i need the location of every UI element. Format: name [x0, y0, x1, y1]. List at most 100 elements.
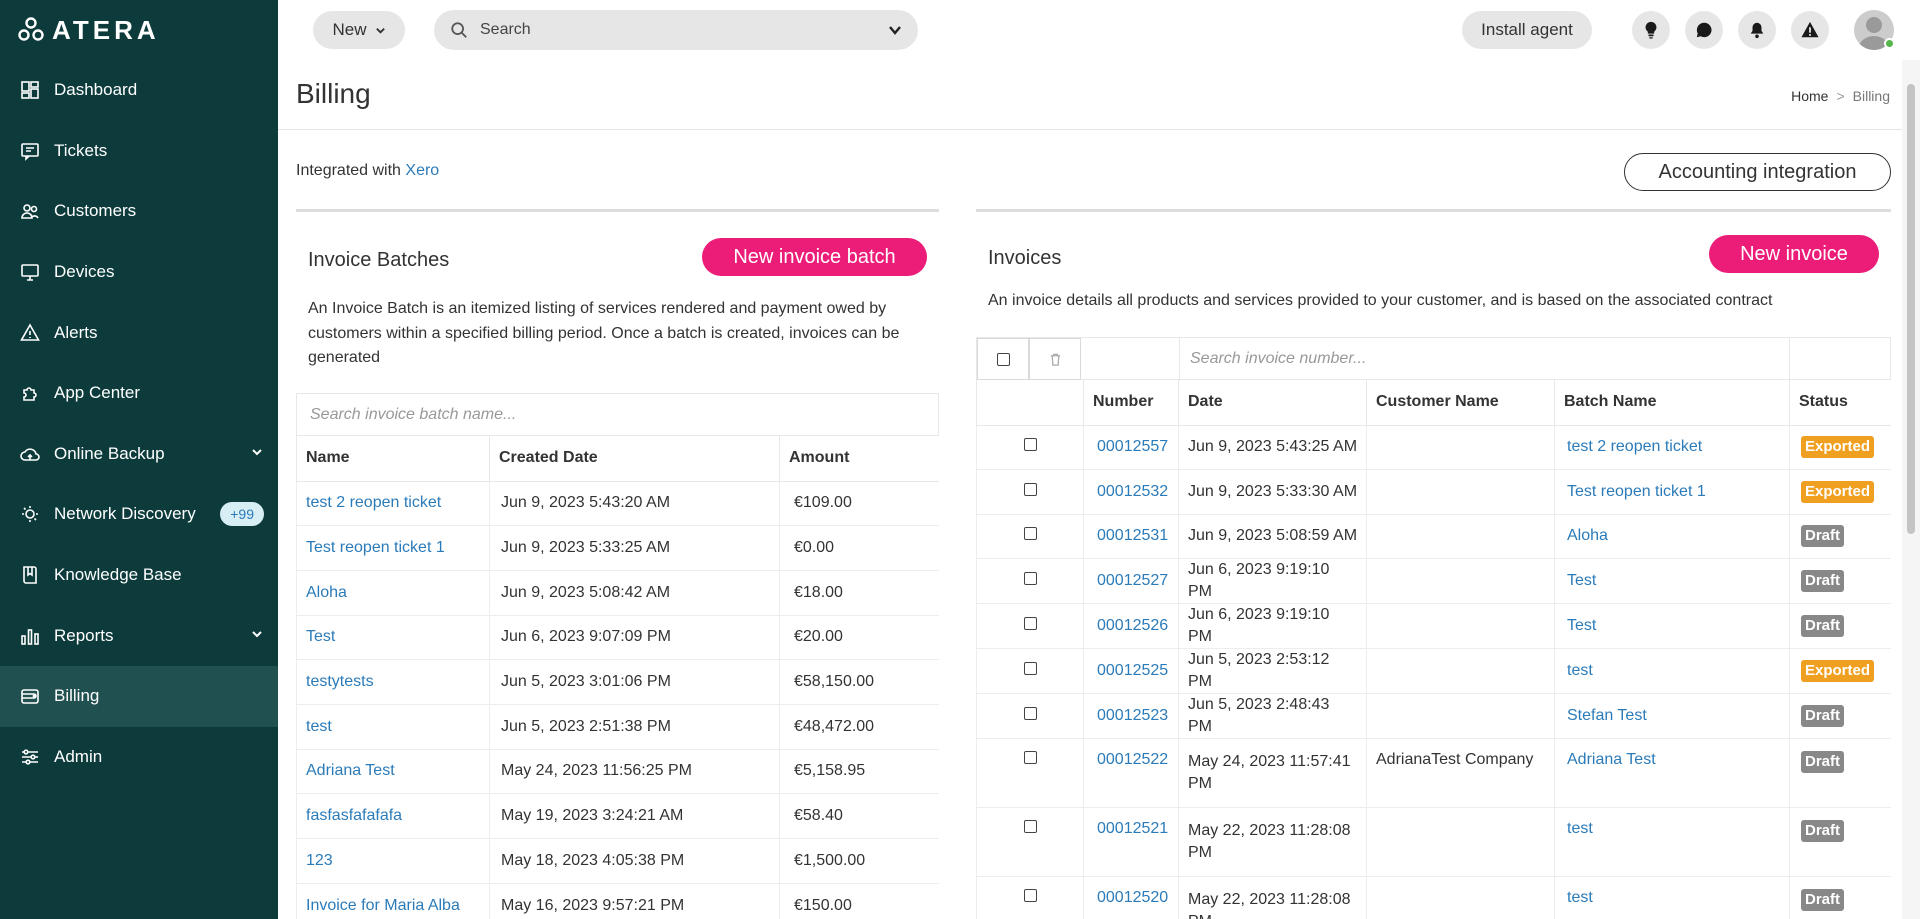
- batch-name-link[interactable]: Stefan Test: [1554, 693, 1790, 739]
- chevron-down-icon[interactable]: [250, 444, 264, 464]
- row-checkbox[interactable]: [976, 558, 1084, 604]
- table-row[interactable]: Aloha Jun 9, 2023 5:08:42 AM €18.00: [296, 569, 939, 616]
- invoice-number-link[interactable]: 00012520: [1083, 876, 1179, 919]
- alerts-button[interactable]: [1791, 11, 1829, 49]
- batch-name-link[interactable]: fasfasfafafafa: [296, 793, 490, 839]
- sidebar-item-tickets[interactable]: Tickets: [0, 121, 278, 182]
- column-header[interactable]: Customer Name: [1366, 380, 1555, 426]
- column-header[interactable]: Date: [1178, 380, 1367, 426]
- install-agent-button[interactable]: Install agent: [1462, 11, 1592, 49]
- batch-name-link[interactable]: Aloha: [1554, 513, 1790, 559]
- search-input[interactable]: Search: [480, 21, 888, 39]
- invoice-number-link[interactable]: 00012531: [1083, 513, 1179, 559]
- column-header[interactable]: Status: [1789, 380, 1891, 426]
- batch-name-link[interactable]: Test reopen ticket 1: [296, 525, 490, 571]
- new-invoice-batch-button[interactable]: New invoice batch: [702, 238, 927, 276]
- batch-search-input[interactable]: Search invoice batch name...: [310, 406, 516, 424]
- invoice-number-link[interactable]: 00012522: [1083, 738, 1179, 808]
- invoice-number-link[interactable]: 00012521: [1083, 807, 1179, 877]
- table-row[interactable]: fasfasfafafafa May 19, 2023 3:24:21 AM €58…: [296, 793, 939, 839]
- table-row[interactable]: 00012523 Jun 5, 2023 2:48:43 PM Stefan Tes…: [976, 693, 1891, 739]
- chat-button[interactable]: [1685, 11, 1723, 49]
- invoice-number-link[interactable]: 00012532: [1083, 469, 1179, 515]
- brand-logo[interactable]: ATERA: [0, 0, 278, 60]
- table-row[interactable]: test 2 reopen ticket Jun 9, 2023 5:43:20 …: [296, 480, 939, 527]
- batch-name-link[interactable]: test 2 reopen ticket: [296, 480, 490, 527]
- batch-name-link[interactable]: testytests: [296, 659, 490, 705]
- table-row[interactable]: test Jun 5, 2023 2:51:38 PM €48,472.00: [296, 703, 939, 750]
- xero-link[interactable]: Xero: [405, 162, 439, 179]
- row-checkbox[interactable]: [976, 738, 1084, 808]
- batch-name-link[interactable]: Test: [1554, 558, 1790, 604]
- batch-name-link[interactable]: Invoice for Maria Alba: [296, 882, 490, 919]
- sidebar-item-billing[interactable]: Billing: [0, 665, 278, 727]
- row-checkbox[interactable]: [976, 513, 1084, 559]
- sidebar-item-reports[interactable]: Reports: [0, 605, 278, 666]
- breadcrumb-home[interactable]: Home: [1791, 88, 1828, 104]
- invoice-number-link[interactable]: 00012523: [1083, 693, 1179, 739]
- invoice-search-input[interactable]: Search invoice number...: [1190, 350, 1366, 368]
- table-row[interactable]: 00012527 Jun 6, 2023 9:19:10 PM Test Draft: [976, 558, 1891, 604]
- row-checkbox[interactable]: [976, 603, 1084, 649]
- table-row[interactable]: Test Jun 6, 2023 9:07:09 PM €20.00: [296, 614, 939, 661]
- table-row[interactable]: Invoice for Maria Alba May 16, 2023 9:57:…: [296, 882, 939, 919]
- invoice-number-link[interactable]: 00012527: [1083, 558, 1179, 604]
- table-row[interactable]: 00012532 Jun 9, 2023 5:33:30 AM Test reope…: [976, 469, 1891, 515]
- batch-name-link[interactable]: test: [1554, 648, 1790, 694]
- table-row[interactable]: 00012531 Jun 9, 2023 5:08:59 AM Aloha Draft: [976, 513, 1891, 559]
- table-row[interactable]: 00012557 Jun 9, 2023 5:43:25 AM test 2 reo…: [976, 424, 1891, 470]
- invoice-number-link[interactable]: 00012526: [1083, 603, 1179, 649]
- sidebar-item-devices[interactable]: Devices: [0, 242, 278, 303]
- batch-name-link[interactable]: Test: [1554, 603, 1790, 649]
- batch-name-link[interactable]: test: [1554, 807, 1790, 877]
- table-row[interactable]: 123 May 18, 2023 4:05:38 PM €1,500.00: [296, 838, 939, 884]
- batch-name-link[interactable]: Aloha: [296, 569, 490, 616]
- row-checkbox[interactable]: [976, 807, 1084, 877]
- column-header[interactable]: Amount: [779, 436, 939, 482]
- sidebar-item-alerts[interactable]: Alerts: [0, 302, 278, 363]
- lightbulb-button[interactable]: [1632, 11, 1670, 49]
- batch-name-link[interactable]: Adriana Test: [296, 748, 490, 795]
- accounting-integration-button[interactable]: Accounting integration: [1624, 153, 1891, 191]
- page-scrollbar-thumb[interactable]: [1907, 84, 1915, 534]
- row-checkbox[interactable]: [976, 469, 1084, 515]
- table-row[interactable]: Adriana Test May 24, 2023 11:56:25 PM €5,1…: [296, 748, 939, 795]
- new-invoice-button[interactable]: New invoice: [1709, 235, 1879, 273]
- sidebar-item-online-backup[interactable]: Online Backup: [0, 424, 278, 485]
- column-header[interactable]: Batch Name: [1554, 380, 1790, 426]
- batch-name-link[interactable]: test: [1554, 876, 1790, 919]
- column-header[interactable]: Number: [1083, 380, 1179, 426]
- batch-name-link[interactable]: Test: [296, 614, 490, 661]
- sidebar-item-knowledge-base[interactable]: Knowledge Base: [0, 545, 278, 606]
- sidebar-item-network-discovery[interactable]: Network Discovery +99: [0, 484, 278, 545]
- notifications-button[interactable]: [1738, 11, 1776, 49]
- row-checkbox[interactable]: [976, 876, 1084, 919]
- delete-button[interactable]: [1029, 338, 1081, 380]
- table-row[interactable]: testytests Jun 5, 2023 3:01:06 PM €58,150.…: [296, 659, 939, 705]
- row-checkbox[interactable]: [976, 648, 1084, 694]
- table-row[interactable]: 00012525 Jun 5, 2023 2:53:12 PM test Export…: [976, 648, 1891, 694]
- sidebar-item-app-center[interactable]: App Center: [0, 363, 278, 424]
- invoice-number-link[interactable]: 00012525: [1083, 648, 1179, 694]
- table-row[interactable]: 00012521 May 22, 2023 11:28:08 PM test Draf…: [976, 807, 1891, 877]
- sidebar-item-admin[interactable]: Admin: [0, 727, 278, 788]
- batch-name-link[interactable]: test 2 reopen ticket: [1554, 424, 1790, 470]
- invoice-number-link[interactable]: 00012557: [1083, 424, 1179, 470]
- table-row[interactable]: 00012520May 22, 2023 11:28:08 PM test Draf…: [976, 876, 1891, 919]
- new-button[interactable]: New: [313, 11, 405, 49]
- batch-name-link[interactable]: Test reopen ticket 1: [1554, 469, 1790, 515]
- row-checkbox[interactable]: [976, 424, 1084, 470]
- chevron-down-icon[interactable]: [250, 626, 264, 646]
- batch-name-link[interactable]: test: [296, 703, 490, 750]
- batch-name-link[interactable]: Adriana Test: [1554, 738, 1790, 808]
- chevron-down-icon[interactable]: [888, 23, 902, 37]
- select-all-checkbox[interactable]: [977, 338, 1029, 380]
- sidebar-item-customers[interactable]: Customers: [0, 181, 278, 242]
- table-row[interactable]: Test reopen ticket 1 Jun 9, 2023 5:33:25 …: [296, 525, 939, 571]
- column-header[interactable]: Name: [296, 436, 490, 482]
- sidebar-item-dashboard[interactable]: Dashboard: [0, 60, 278, 121]
- global-search[interactable]: Search: [434, 10, 918, 50]
- table-row[interactable]: 00012522 May 24, 2023 11:57:41 PM AdrianaT…: [976, 738, 1891, 808]
- batch-name-link[interactable]: 123: [296, 838, 490, 884]
- table-row[interactable]: 00012526 Jun 6, 2023 9:19:10 PM Test Draft: [976, 603, 1891, 649]
